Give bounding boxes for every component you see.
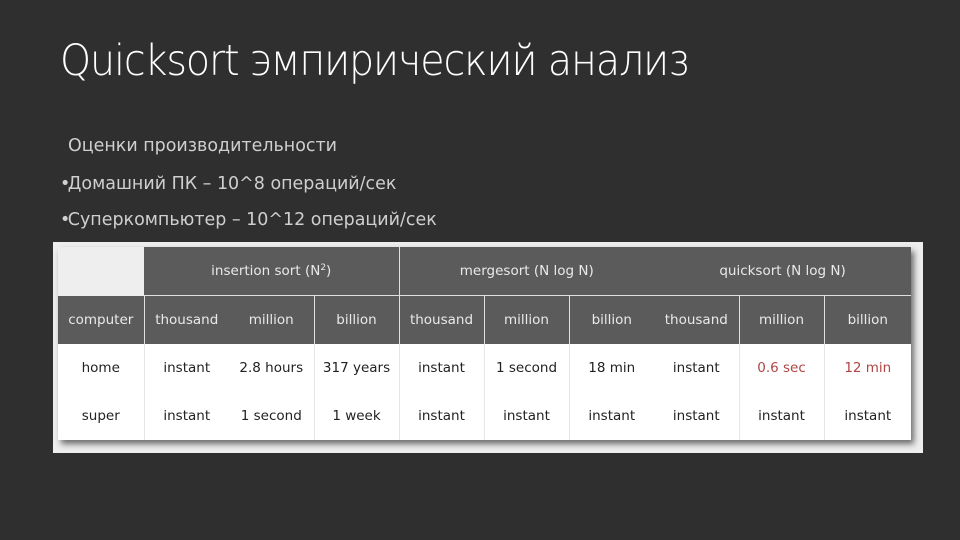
header-corner — [58, 247, 144, 296]
column-header-quick-million: million — [738, 295, 825, 344]
column-header-computer: computer — [58, 295, 144, 344]
cell-quick-billion: instant — [823, 392, 912, 440]
cell-merge-thousand: instant — [398, 392, 484, 440]
table-row-super: super instant 1 second 1 week instant in… — [58, 392, 912, 440]
group-header-mergesort: mergesort (N log N) — [398, 247, 655, 296]
cell-quick-million-highlighted: 0.6 sec — [738, 344, 825, 392]
cell-merge-billion: 18 min — [568, 344, 655, 392]
slide-title: Quicksort эмпирический анализ — [60, 36, 689, 86]
cell-insertion-million: 2.8 hours — [239, 360, 304, 376]
bullet-text: Домашний ПК – 10^8 операций/сек — [67, 173, 397, 194]
cell-merge-thousand: instant — [398, 344, 484, 392]
slide-subtitle: Оценки производительности — [68, 135, 338, 156]
performance-table-image: insertion sort (N2) mergesort (N log N) … — [53, 242, 923, 453]
bullet-text: Суперкомпьютер – 10^12 операций/сек — [67, 209, 437, 230]
cell-computer: super — [81, 408, 120, 424]
cell-insertion-thousand: instant — [143, 392, 229, 440]
cell-insertion-billion: 1 week — [313, 392, 399, 440]
cell-quick-thousand: instant — [672, 408, 720, 424]
cell-merge-billion: instant — [568, 392, 655, 440]
group-header-row: insertion sort (N2) mergesort (N log N) … — [58, 247, 912, 296]
column-header-merge-billion: billion — [568, 295, 655, 344]
cell-insertion-million: 1 second — [240, 408, 302, 424]
cell-insertion-billion: 317 years — [313, 344, 399, 392]
column-header-quick-thousand: thousand — [654, 295, 740, 344]
cell-quick-thousand: instant — [672, 360, 720, 376]
cell-merge-million: instant — [483, 392, 569, 440]
group-header-quicksort: quicksort (N log N) — [654, 247, 912, 296]
column-header-insertion-thousand: thousand — [143, 295, 229, 344]
cell-quick-billion-highlighted: 12 min — [823, 344, 912, 392]
bullet-marker: • — [60, 173, 71, 194]
column-header-insertion-billion: billion — [313, 295, 399, 344]
bullet-home-pc: •Домашний ПК – 10^8 операций/сек — [60, 173, 396, 194]
column-header-row: computer thousand million billion thousa… — [58, 295, 912, 344]
cell-insertion-thousand: instant — [143, 344, 229, 392]
group-header-insertion-sort: insertion sort (N2) — [144, 247, 399, 296]
column-header-quick-billion: billion — [823, 295, 912, 344]
cell-quick-million: instant — [738, 392, 825, 440]
column-header-merge-million: million — [483, 295, 569, 344]
bullet-supercomputer: •Суперкомпьютер – 10^12 операций/сек — [60, 209, 437, 230]
table-row-home: home instant 2.8 hours 317 years instant… — [58, 344, 912, 392]
bullet-marker: • — [60, 209, 71, 230]
column-header-insertion-million: million — [229, 295, 314, 344]
cell-computer: home — [81, 360, 120, 376]
cell-merge-million: 1 second — [483, 344, 569, 392]
column-header-merge-thousand: thousand — [398, 295, 484, 344]
performance-table: insertion sort (N2) mergesort (N log N) … — [58, 247, 912, 440]
